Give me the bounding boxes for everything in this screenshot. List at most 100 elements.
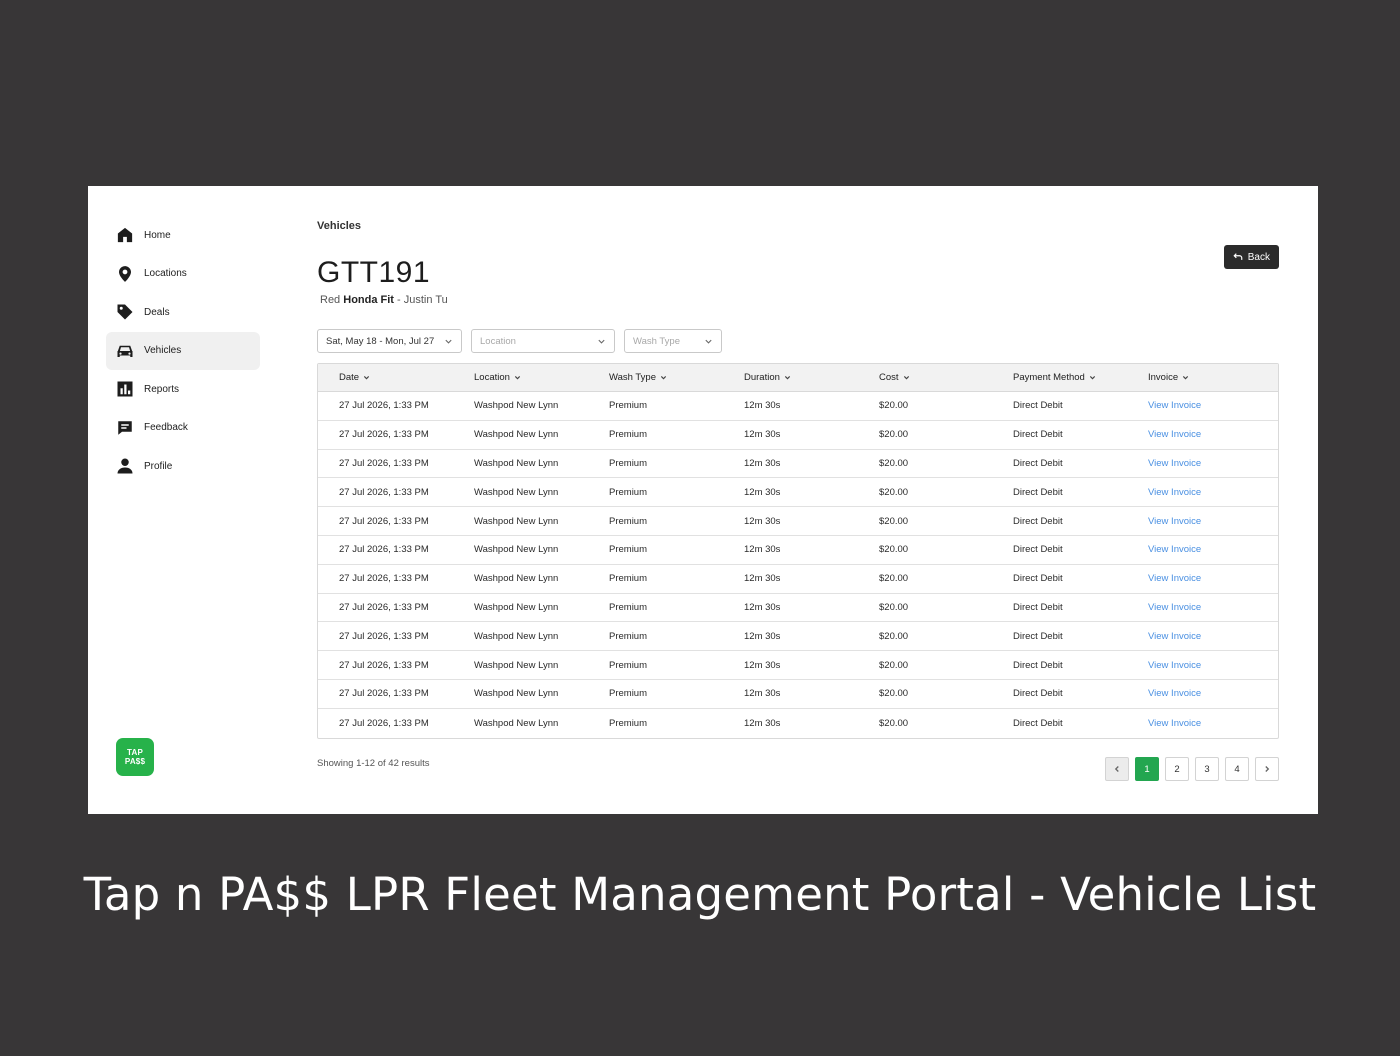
location-pin-icon	[116, 265, 134, 283]
column-header-wash-type[interactable]: Wash Type	[609, 372, 744, 383]
location-placeholder: Location	[480, 335, 516, 347]
cell-wash-type: Premium	[609, 515, 648, 527]
view-invoice-link[interactable]: View Invoice	[1148, 400, 1201, 411]
logo-text-top: TAP	[126, 748, 143, 757]
breadcrumb[interactable]: Vehicles	[317, 220, 361, 232]
main-content: Vehicles Back GTT191 Red Honda Fit - Jus…	[317, 186, 1279, 814]
cell-cost: $20.00	[879, 601, 909, 613]
cell-invoice: View Invoice	[1148, 487, 1278, 498]
previous-page-button[interactable]	[1105, 757, 1129, 781]
user-icon	[116, 457, 134, 475]
view-invoice-link[interactable]: View Invoice	[1148, 458, 1201, 469]
wash-type-filter[interactable]: Wash Type	[624, 329, 722, 353]
column-header-invoice[interactable]: Invoice	[1148, 372, 1278, 383]
cell-location: Washpod New Lynn	[474, 601, 559, 613]
page-button-2[interactable]: 2	[1165, 757, 1189, 781]
view-invoice-link[interactable]: View Invoice	[1148, 516, 1201, 527]
home-icon	[116, 226, 134, 244]
date-range-value: Sat, May 18 - Mon, Jul 27	[326, 335, 435, 347]
sort-chevron-icon	[514, 376, 521, 380]
view-invoice-link[interactable]: View Invoice	[1148, 602, 1201, 613]
cell-payment-method: Direct Debit	[1013, 429, 1063, 441]
page-button-3[interactable]: 3	[1195, 757, 1219, 781]
cell-cost: $20.00	[879, 457, 909, 469]
cell-location: Washpod New Lynn	[474, 515, 559, 527]
sidebar: Home Locations Deals Vehicles Reports Fe…	[106, 216, 260, 486]
cell-wash-type: Premium	[609, 457, 648, 469]
column-header-payment-method[interactable]: Payment Method	[1013, 372, 1148, 383]
cell-wash-type: Premium	[609, 429, 648, 441]
sort-chevron-icon	[784, 376, 791, 380]
tap-n-pass-logo[interactable]: TAP PA$$	[116, 738, 154, 776]
view-invoice-link[interactable]: View Invoice	[1148, 573, 1201, 584]
page-button-1[interactable]: 1	[1135, 757, 1159, 781]
page-button-4[interactable]: 4	[1225, 757, 1249, 781]
location-filter[interactable]: Location	[471, 329, 615, 353]
sidebar-item-home[interactable]: Home	[106, 216, 260, 254]
logo-text-bottom: PA$$	[124, 757, 146, 766]
chevron-left-icon	[1114, 766, 1119, 772]
sidebar-item-vehicles[interactable]: Vehicles	[106, 331, 260, 370]
sidebar-item-label: Reports	[144, 383, 180, 395]
view-invoice-link[interactable]: View Invoice	[1148, 660, 1201, 671]
sort-chevron-icon	[363, 376, 370, 380]
sidebar-item-feedback[interactable]: Feedback	[106, 409, 260, 447]
cell-date: 27 Jul 2026, 1:33 PM	[339, 573, 429, 585]
date-range-filter[interactable]: Sat, May 18 - Mon, Jul 27	[317, 329, 462, 353]
cell-location: Washpod New Lynn	[474, 544, 559, 556]
table-body: 27 Jul 2026, 1:33 PM Washpod New Lynn Prem…	[318, 392, 1278, 738]
back-button[interactable]: Back	[1223, 245, 1279, 269]
next-page-button[interactable]	[1255, 757, 1279, 781]
sidebar-item-locations[interactable]: Locations	[106, 255, 260, 293]
sidebar-item-label: Feedback	[144, 422, 188, 433]
view-invoice-link[interactable]: View Invoice	[1148, 631, 1201, 642]
column-header-location[interactable]: Location	[474, 372, 609, 383]
cell-duration: 12m 30s	[744, 544, 781, 556]
cell-date: 27 Jul 2026, 1:33 PM	[339, 717, 429, 729]
sidebar-item-profile[interactable]: Profile	[106, 447, 260, 485]
cell-location: Washpod New Lynn	[474, 486, 559, 498]
chevron-right-icon	[1265, 766, 1270, 772]
tag-icon	[116, 303, 134, 321]
cell-duration: 12m 30s	[744, 659, 781, 671]
cell-duration: 12m 30s	[744, 630, 781, 642]
cell-cost: $20.00	[879, 717, 909, 729]
table-row: 27 Jul 2026, 1:33 PM Washpod New Lynn Prem…	[318, 651, 1278, 680]
cell-cost: $20.00	[879, 429, 909, 441]
view-invoice-link[interactable]: View Invoice	[1148, 718, 1201, 729]
cell-duration: 12m 30s	[744, 457, 781, 469]
back-button-label: Back	[1247, 251, 1270, 263]
view-invoice-link[interactable]: View Invoice	[1148, 544, 1201, 555]
cell-location: Washpod New Lynn	[474, 688, 559, 700]
sidebar-item-label: Home	[144, 229, 171, 241]
cell-date: 27 Jul 2026, 1:33 PM	[339, 544, 429, 556]
column-header-label: Duration	[744, 372, 780, 383]
column-header-label: Invoice	[1148, 372, 1179, 383]
cell-wash-type: Premium	[609, 659, 648, 671]
chevron-down-icon	[598, 339, 605, 344]
cell-wash-type: Premium	[609, 573, 648, 585]
wash-type-placeholder: Wash Type	[633, 335, 680, 347]
cell-cost: $20.00	[879, 486, 909, 498]
chevron-down-icon	[705, 339, 712, 344]
column-header-label: Wash Type	[609, 372, 656, 383]
cell-wash-type: Premium	[609, 601, 648, 613]
car-icon	[116, 342, 134, 360]
cell-wash-type: Premium	[609, 544, 648, 556]
cell-duration: 12m 30s	[744, 486, 781, 498]
view-invoice-link[interactable]: View Invoice	[1148, 688, 1201, 699]
sidebar-item-reports[interactable]: Reports	[106, 370, 260, 408]
column-header-cost[interactable]: Cost	[879, 372, 1013, 383]
cell-duration: 12m 30s	[744, 515, 781, 527]
column-header-duration[interactable]: Duration	[744, 372, 879, 383]
sidebar-item-label: Vehicles	[144, 345, 182, 356]
cell-wash-type: Premium	[609, 688, 648, 700]
column-header-date[interactable]: Date	[318, 372, 474, 383]
sidebar-item-deals[interactable]: Deals	[106, 293, 260, 331]
table-row: 27 Jul 2026, 1:33 PM Washpod New Lynn Prem…	[318, 594, 1278, 623]
cell-wash-type: Premium	[609, 630, 648, 642]
view-invoice-link[interactable]: View Invoice	[1148, 429, 1201, 440]
cell-cost: $20.00	[879, 400, 909, 412]
cell-invoice: View Invoice	[1148, 631, 1278, 642]
view-invoice-link[interactable]: View Invoice	[1148, 487, 1201, 498]
